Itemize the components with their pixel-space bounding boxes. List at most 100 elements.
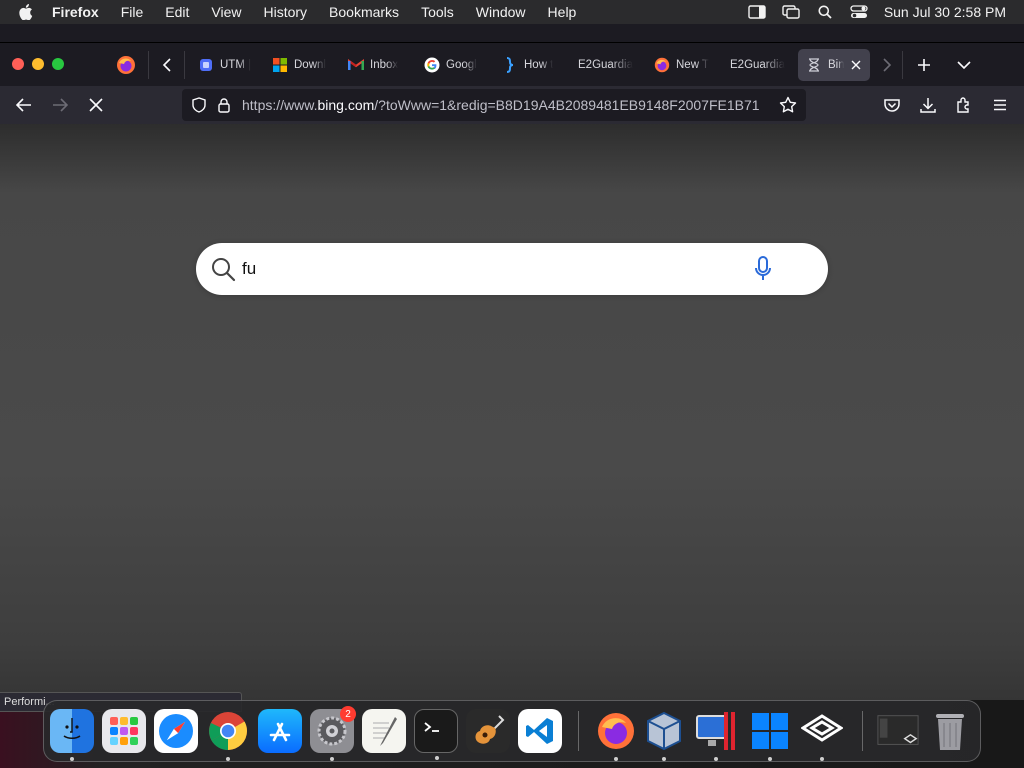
dock-vscode[interactable]	[518, 709, 562, 753]
menu-view[interactable]: View	[211, 4, 241, 20]
running-indicator	[662, 757, 666, 761]
bookmark-star-icon[interactable]	[778, 95, 798, 115]
menubar-clock[interactable]: Sun Jul 30 2:58 PM	[884, 4, 1006, 20]
stop-loading-icon[interactable]	[86, 95, 106, 115]
firefox-window: UTM | Downl Inbox Googl How t E2Guardia …	[0, 24, 1024, 700]
vscode-icon	[526, 718, 553, 744]
tracking-protection-shield-icon[interactable]	[190, 96, 208, 114]
search-input[interactable]	[242, 254, 722, 284]
utm-icon	[198, 57, 214, 73]
guitar-icon	[475, 715, 505, 744]
dock-finder[interactable]	[50, 709, 94, 761]
dock-separator	[578, 711, 579, 751]
remote-desktop-icon	[696, 712, 735, 750]
list-all-tabs-chevron-icon[interactable]	[954, 55, 974, 75]
dock-safari[interactable]	[154, 709, 198, 753]
tab-scroll-right-icon[interactable]	[877, 55, 897, 75]
new-tab-plus-icon[interactable]	[914, 55, 934, 75]
running-indicator	[768, 757, 772, 761]
extensions-puzzle-icon[interactable]	[954, 95, 974, 115]
url-path: /?toWww=1&redig=B8D19A4B2089481EB9148F20…	[374, 97, 760, 113]
tab-bing-active[interactable]: Bing	[798, 49, 870, 81]
notification-badge: 2	[340, 706, 356, 722]
virtualbox-cube-icon	[647, 711, 681, 751]
macos-dock: 2	[43, 700, 981, 762]
tab-download[interactable]: Downl	[272, 49, 332, 81]
tab-title: How t	[524, 59, 554, 71]
voice-search-microphone-icon[interactable]	[750, 256, 776, 282]
address-bar[interactable]: https://www.bing.com/?toWww=1&redig=B8D1…	[182, 89, 806, 121]
dock-minimized-window[interactable]	[876, 709, 920, 753]
tab-title: Inbox	[370, 59, 399, 71]
menu-bookmarks[interactable]: Bookmarks	[329, 4, 399, 20]
bracket-icon	[502, 57, 518, 73]
menu-history[interactable]: History	[263, 4, 307, 20]
menu-edit[interactable]: Edit	[165, 4, 189, 20]
tab-title: E2Guardia	[578, 59, 633, 71]
dock-system-settings[interactable]: 2	[310, 706, 356, 761]
menu-tools[interactable]: Tools	[421, 4, 454, 20]
menu-window[interactable]: Window	[476, 4, 526, 20]
spotlight-search-icon[interactable]	[816, 4, 834, 20]
tab-title: E2Guardia	[730, 59, 785, 71]
tab-scroll-left-icon[interactable]	[157, 55, 177, 75]
control-center-icon[interactable]	[850, 4, 868, 20]
dock-virtualbox[interactable]	[642, 709, 686, 761]
menu-help[interactable]: Help	[548, 4, 577, 20]
dock-launchpad[interactable]	[102, 709, 146, 753]
app-menu-hamburger-icon[interactable]	[990, 95, 1010, 115]
tab-title: New T	[676, 59, 710, 71]
tab-title: Bing	[828, 59, 845, 71]
dock-firefox[interactable]	[594, 709, 638, 761]
dock-textedit[interactable]	[362, 709, 406, 753]
url-domain: bing.com	[317, 97, 375, 113]
apple-menu-icon[interactable]	[18, 4, 34, 20]
screen-mirroring-icon[interactable]	[782, 4, 800, 20]
window-zoom-button[interactable]	[52, 58, 64, 70]
back-arrow-icon[interactable]	[14, 95, 34, 115]
window-close-button[interactable]	[12, 58, 24, 70]
safari-compass-icon	[159, 714, 193, 748]
tab-how-to[interactable]: How t	[502, 49, 562, 81]
dock-trash[interactable]	[928, 709, 972, 753]
dock-utm[interactable]	[800, 709, 844, 761]
tab-new-tab[interactable]: New T	[654, 49, 714, 81]
downloads-icon[interactable]	[918, 95, 938, 115]
sidebar-toggle-icon[interactable]	[748, 4, 766, 20]
running-indicator	[226, 757, 230, 761]
search-icon[interactable]	[210, 256, 236, 282]
dock-chrome[interactable]	[206, 709, 250, 761]
forward-arrow-icon[interactable]	[50, 95, 70, 115]
firefox-view-icon[interactable]	[116, 55, 136, 75]
dock-app-store[interactable]	[258, 709, 302, 753]
tab-strip: UTM | Downl Inbox Googl How t E2Guardia …	[0, 42, 1024, 86]
url-text[interactable]: https://www.bing.com/?toWww=1&redig=B8D1…	[242, 97, 770, 113]
menu-app-firefox[interactable]: Firefox	[52, 4, 99, 20]
running-indicator	[714, 757, 718, 761]
running-indicator	[435, 756, 439, 760]
minimized-window-icon	[877, 715, 919, 745]
pocket-icon[interactable]	[882, 95, 902, 115]
dock-garageband[interactable]	[466, 709, 510, 753]
chrome-icon	[209, 712, 248, 751]
tab-e2guardian-2[interactable]: E2Guardia	[730, 49, 792, 81]
hourglass-icon	[806, 57, 822, 73]
tab-inbox[interactable]: Inbox	[348, 49, 408, 81]
window-minimize-button[interactable]	[32, 58, 44, 70]
close-tab-icon[interactable]	[850, 58, 862, 72]
bing-search-box[interactable]	[196, 243, 828, 295]
tab-google[interactable]: Googl	[424, 49, 484, 81]
trash-can-icon	[936, 714, 964, 750]
lock-icon[interactable]	[216, 96, 232, 114]
tab-e2guardian-1[interactable]: E2Guardia	[578, 49, 638, 81]
dock-remote-desktop[interactable]	[694, 709, 738, 761]
running-indicator	[614, 757, 618, 761]
dock-terminal[interactable]	[414, 709, 458, 760]
menu-file[interactable]: File	[121, 4, 144, 20]
tab-utm[interactable]: UTM |	[198, 49, 258, 81]
navigation-toolbar: https://www.bing.com/?toWww=1&redig=B8D1…	[0, 86, 1024, 124]
launchpad-grid-icon	[110, 717, 138, 745]
dock-windows-app[interactable]	[748, 709, 792, 761]
running-indicator	[70, 757, 74, 761]
running-indicator	[820, 757, 824, 761]
